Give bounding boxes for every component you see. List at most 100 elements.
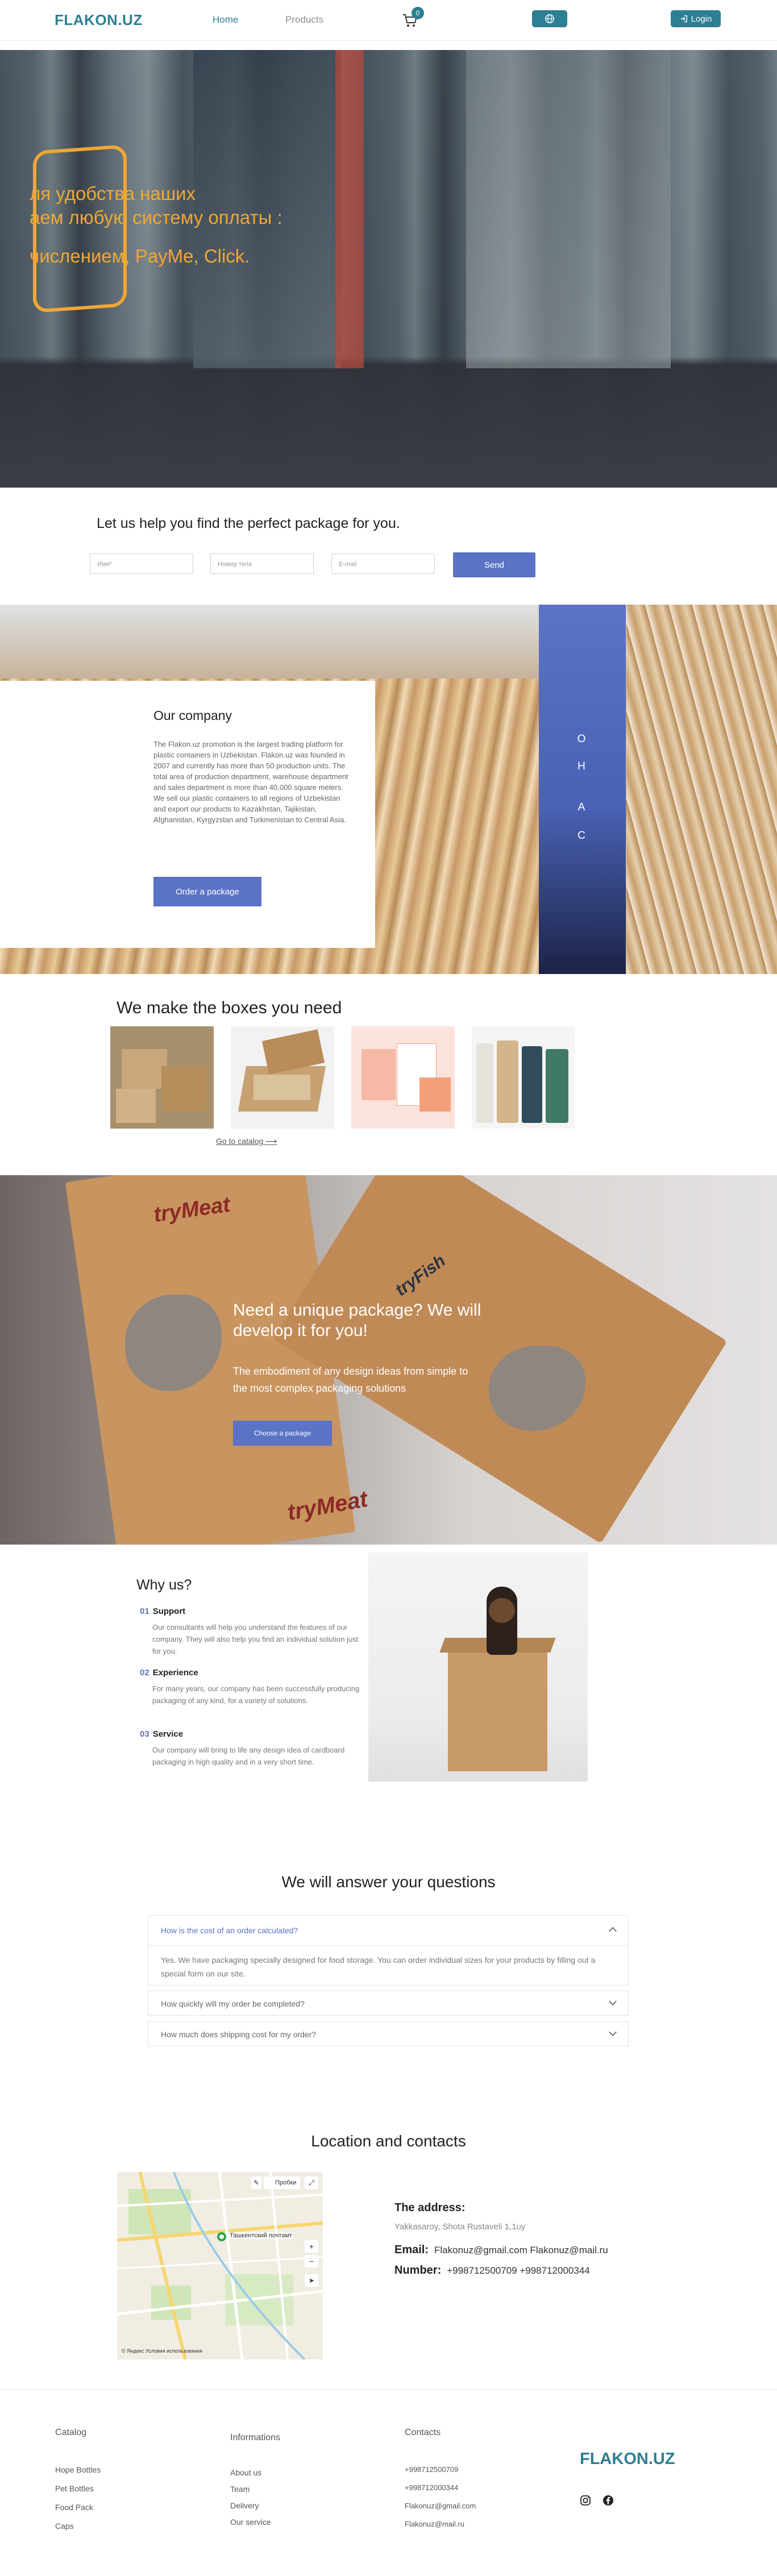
arrow-right-icon: ⟶ (265, 1137, 277, 1146)
why-item: 01 Support Our consultants will help you … (140, 1607, 362, 1657)
catalog-link-label: Go to catalog (216, 1137, 264, 1146)
chevron-down-icon[interactable] (608, 1997, 617, 2006)
footer-contact-link[interactable]: +998712000344 (405, 2483, 458, 2492)
email-values[interactable]: Flakonuz@gmail.com Flakonuz@mail.ru (434, 2245, 608, 2255)
about-letter: С (577, 830, 585, 842)
boxes-title: We make the boxes you need (117, 998, 342, 1017)
footer-info-link[interactable]: About us (230, 2468, 261, 2477)
instagram-icon[interactable] (580, 2495, 591, 2506)
about-letter: А (577, 801, 585, 813)
faq-question[interactable]: How much does shipping cost for my order… (148, 2030, 316, 2039)
box-product-image[interactable] (472, 1026, 575, 1129)
map-locate-icon[interactable]: ➤ (305, 2274, 318, 2287)
address-label: The address: (394, 2202, 466, 2214)
footer-info-link[interactable]: Team (230, 2485, 250, 2494)
phone-input[interactable]: Номер тела (210, 554, 314, 574)
map-ruler-icon[interactable]: ✎ (251, 2177, 261, 2189)
company-description: The Flakon.uz promotion is the largest t… (153, 740, 348, 824)
unique-package-section: tryMeat tryFish tryMeat (0, 1175, 777, 1545)
email-input[interactable]: E-mail (331, 554, 435, 574)
map-place-label: Ташкентский почтамт (228, 2232, 294, 2239)
faq-item[interactable]: How quickly will my order be completed? (148, 1991, 629, 2016)
footer-contact-link[interactable]: +998712500709 (405, 2465, 458, 2474)
footer-catalog-link[interactable]: Pet Bottles (55, 2484, 94, 2493)
hero-line-2: аем любую систему оплаты : (30, 207, 282, 228)
footer-info-heading: Informations (230, 2433, 281, 2442)
hero-line-1: ля удобства наших (30, 183, 196, 204)
facebook-icon[interactable] (603, 2495, 614, 2506)
box-product-image[interactable] (110, 1026, 214, 1129)
chevron-down-icon[interactable] (608, 2028, 617, 2037)
footer-contact-link[interactable]: Flakonuz@gmail.com (405, 2502, 476, 2510)
address-value: Yakkasaroy, Shota Rustaveli 1,1uy (394, 2222, 526, 2232)
box-product-image[interactable] (231, 1026, 334, 1129)
divider (148, 1945, 628, 1946)
why-item-heading: Support (152, 1607, 186, 1616)
why-item: 03 Service Our company will bring to life… (140, 1729, 362, 1768)
nav-home-link[interactable]: Home (213, 14, 238, 26)
unique-package-title: Need a unique package? We will develop i… (233, 1301, 481, 1340)
why-item: 02 Experience For many years, our company… (140, 1668, 362, 1707)
map-traffic-button[interactable]: Пробки (264, 2177, 300, 2189)
site-header: FLAKON.UZ Home Products 0 Login (0, 0, 777, 41)
location-map[interactable]: Пробки ✎ ⤢ + − ➤ Ташкентский почтамт © Я… (117, 2172, 323, 2359)
about-us-strip (539, 605, 626, 974)
site-logo[interactable]: FLAKON.UZ (55, 11, 143, 29)
login-label: Login (691, 14, 712, 24)
cardboard-photo (626, 605, 777, 974)
chevron-up-icon[interactable] (608, 1926, 617, 1936)
footer-catalog-link[interactable]: Food Pack (55, 2503, 93, 2512)
why-item-number: 02 (140, 1668, 149, 1678)
faq-question[interactable]: How is the cost of an order calculated? (148, 1926, 298, 1935)
hero-line-3: числением, PayMe, Click. (30, 245, 250, 267)
location-title: Location and contacts (311, 2132, 466, 2150)
number-line: Number: +998712500709 +998712000344 (394, 2264, 590, 2277)
language-button[interactable] (532, 10, 567, 27)
login-button[interactable]: Login (671, 10, 721, 27)
map-terms-link[interactable]: Условия использования (146, 2348, 202, 2354)
globe-icon (545, 14, 554, 23)
why-item-description: For many years, our company has been suc… (152, 1684, 360, 1705)
email-line: Email: Flakonuz@gmail.com Flakonuz@mail.r… (394, 2244, 608, 2257)
why-us-title: Why us? (136, 1577, 192, 1593)
footer-logo[interactable]: FLAKON.UZ (580, 2450, 675, 2469)
footer-contacts-heading: Contacts (405, 2428, 441, 2437)
dog-in-box-photo (368, 1553, 588, 1782)
footer-info-link[interactable]: Our service (230, 2517, 271, 2527)
why-item-number: 03 (140, 1729, 149, 1739)
footer-catalog-link[interactable]: Caps (55, 2521, 74, 2531)
number-values[interactable]: +998712500709 +998712000344 (447, 2265, 590, 2276)
send-button[interactable]: Send (453, 552, 535, 577)
why-item-heading: Experience (152, 1668, 198, 1678)
map-zoom-out-icon[interactable]: − (305, 2255, 318, 2267)
footer-catalog-heading: Catalog (55, 2428, 87, 2437)
footer-catalog-link[interactable]: Hope Bottles (55, 2465, 101, 2474)
map-fullscreen-icon[interactable]: ⤢ (305, 2177, 318, 2189)
unique-package-subtitle: The embodiment of any design ideas from … (233, 1366, 468, 1394)
map-zoom-in-icon[interactable]: + (305, 2240, 318, 2253)
faq-item[interactable]: How much does shipping cost for my order… (148, 2021, 629, 2046)
footer-contact-link[interactable]: Flakonuz@mail.ru (405, 2520, 464, 2528)
nav-products-link[interactable]: Products (285, 14, 323, 26)
hero-payment-text: ля удобства наших аем любую систему опла… (30, 182, 282, 268)
name-input[interactable]: Имя* (90, 554, 193, 574)
faq-question[interactable]: How quickly will my order be completed? (148, 1999, 305, 2008)
go-to-catalog-link[interactable]: Go to catalog ⟶ (216, 1137, 277, 1146)
faq-item[interactable]: How is the cost of an order calculated? … (148, 1915, 629, 1986)
number-label: Number: (394, 2264, 442, 2277)
photo-dog-face (489, 1598, 515, 1623)
about-letter: Н (577, 760, 585, 772)
map-pin-icon[interactable] (217, 2232, 226, 2241)
faq-title: We will answer your questions (281, 1873, 496, 1891)
company-title: Our company (153, 708, 232, 723)
email-label: Email: (394, 2244, 429, 2256)
map-attribution: © Яндекс Условия использования (122, 2348, 202, 2354)
box-product-image[interactable] (351, 1026, 455, 1129)
hero-background-machine (466, 50, 671, 368)
about-letter: О (577, 733, 586, 745)
footer-info-link[interactable]: Delivery (230, 2501, 259, 2510)
order-package-button[interactable]: Order a package (153, 877, 261, 906)
choose-package-button[interactable]: Choose a package (233, 1421, 332, 1446)
why-item-heading: Service (152, 1729, 184, 1739)
login-icon (680, 15, 687, 22)
